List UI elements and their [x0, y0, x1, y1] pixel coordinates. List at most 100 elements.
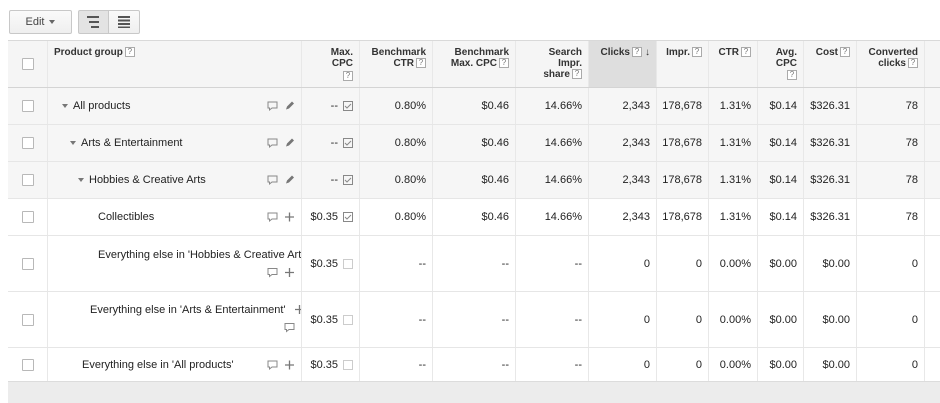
select-all-checkbox[interactable] [21, 58, 34, 70]
search-share-cell: 14.66% [516, 125, 589, 161]
edit-dropdown-button[interactable]: Edit [9, 10, 72, 34]
product-group-cell: Hobbies & Creative Arts [48, 162, 302, 198]
tree-view-button[interactable] [78, 10, 109, 34]
cost-cell: $0.00 [804, 292, 857, 347]
help-icon[interactable]: ? [741, 47, 751, 57]
plus-icon[interactable] [284, 360, 295, 371]
col-clicks-label: Clicks [600, 47, 630, 58]
expand-triangle-icon[interactable] [70, 141, 76, 145]
comment-icon[interactable] [267, 212, 278, 223]
pencil-icon[interactable] [284, 175, 295, 186]
comment-icon[interactable] [267, 267, 278, 278]
row-checkbox[interactable] [21, 313, 34, 326]
help-icon[interactable]: ? [908, 58, 918, 69]
edit-bid-icon[interactable] [343, 138, 353, 148]
comment-icon[interactable] [267, 101, 278, 112]
product-group-name[interactable]: All products [73, 100, 130, 112]
avg-cpc-cell: $0.00 [758, 236, 804, 291]
col-benchmark-ctr[interactable]: Benchmark CTR? [360, 41, 433, 87]
impr-cell: 0 [657, 292, 709, 347]
comment-icon[interactable] [267, 138, 278, 149]
row-checkbox[interactable] [21, 174, 34, 186]
help-icon[interactable]: ? [124, 47, 135, 57]
col-converted-line2: clicks [878, 58, 906, 69]
converted-cell: 78 [857, 162, 925, 198]
col-benchmark-ctr-line2: CTR [393, 58, 414, 69]
row-select-cell [8, 199, 48, 235]
col-ctr[interactable]: CTR ? [709, 41, 758, 87]
edit-bid-icon[interactable] [343, 212, 353, 222]
pencil-icon[interactable] [284, 101, 295, 112]
col-clicks[interactable]: Clicks ? ↓ [589, 41, 657, 87]
col-benchmark-max-cpc[interactable]: Benchmark Max. CPC? [433, 41, 516, 87]
plus-icon[interactable] [294, 304, 302, 315]
col-cost[interactable]: Cost ? [804, 41, 857, 87]
col-impr[interactable]: Impr. ? [657, 41, 709, 87]
comment-icon[interactable] [267, 175, 278, 186]
col-converted-line1: Converted [868, 47, 918, 58]
help-icon[interactable]: ? [499, 58, 509, 69]
help-icon[interactable]: ? [787, 70, 797, 80]
help-icon[interactable]: ? [692, 47, 702, 57]
ctr-cell: 1.31% [709, 162, 758, 198]
edit-bid-icon[interactable] [343, 360, 353, 370]
help-icon[interactable]: ? [416, 58, 426, 69]
col-avg-cpc[interactable]: Avg. CPC ? [758, 41, 804, 87]
impr-cell: 178,678 [657, 88, 709, 124]
row-checkbox[interactable] [21, 211, 34, 223]
edit-bid-icon[interactable] [343, 101, 353, 111]
max-cpc-value: -- [330, 174, 338, 186]
edit-bid-icon[interactable] [343, 258, 353, 269]
expand-triangle-icon[interactable] [62, 104, 68, 108]
product-group-cell: Everything else in 'All products' [48, 348, 302, 382]
list-view-icon [118, 16, 130, 28]
benchmark-cpc-cell: -- [433, 348, 516, 382]
max-cpc-value[interactable]: $0.35 [310, 314, 338, 326]
expand-triangle-icon[interactable] [78, 178, 84, 182]
max-cpc-value[interactable]: $0.35 [310, 211, 338, 223]
help-icon[interactable]: ? [840, 47, 850, 57]
impr-cell: 0 [657, 236, 709, 291]
cost-cell: $326.31 [804, 125, 857, 161]
col-search-impr-share[interactable]: Search Impr. share? [516, 41, 589, 87]
row-checkbox[interactable] [21, 137, 34, 149]
clicks-cell: 0 [589, 348, 657, 382]
ctr-cell: 0.00% [709, 292, 758, 347]
help-icon[interactable]: ? [632, 47, 642, 57]
max-cpc-value[interactable]: $0.35 [310, 359, 338, 371]
product-group-name[interactable]: Arts & Entertainment [81, 137, 183, 149]
comment-icon[interactable] [267, 360, 278, 371]
view-toggle [78, 10, 140, 34]
col-converted-clicks[interactable]: Converted clicks? [857, 41, 925, 87]
list-view-button[interactable] [109, 10, 140, 34]
edit-bid-icon[interactable] [343, 314, 353, 325]
row-actions [267, 267, 295, 278]
help-icon[interactable]: ? [572, 69, 582, 80]
cost-cell: $0.00 [804, 236, 857, 291]
edit-bid-icon[interactable] [343, 175, 353, 185]
plus-icon[interactable] [284, 212, 295, 223]
col-ctr-label: CTR [718, 47, 739, 58]
col-product-group-label: Product group [54, 47, 123, 58]
row-checkbox[interactable] [21, 257, 34, 270]
row-checkbox[interactable] [21, 359, 34, 371]
search-share-cell: -- [516, 348, 589, 382]
avg-cpc-cell: $0.00 [758, 348, 804, 382]
help-icon[interactable]: ? [343, 71, 353, 81]
comment-icon[interactable] [284, 322, 295, 333]
max-cpc-cell: -- [302, 125, 360, 161]
product-group-name[interactable]: Hobbies & Creative Arts [89, 174, 206, 186]
row-select-cell [8, 236, 48, 291]
col-max-cpc[interactable]: Max. CPC ? [302, 41, 360, 87]
plus-icon[interactable] [284, 267, 295, 278]
row-select-cell [8, 162, 48, 198]
pencil-icon[interactable] [284, 138, 295, 149]
impr-cell: 178,678 [657, 125, 709, 161]
product-group-name[interactable]: Collectibles [98, 211, 154, 223]
benchmark-cpc-cell: -- [433, 236, 516, 291]
col-product-group[interactable]: Product group ? [48, 41, 302, 87]
max-cpc-value[interactable]: $0.35 [310, 258, 338, 270]
row-checkbox[interactable] [21, 100, 34, 112]
product-group-cell: Everything else in 'Arts & Entertainment… [48, 292, 302, 347]
overflow-cell [925, 348, 940, 382]
